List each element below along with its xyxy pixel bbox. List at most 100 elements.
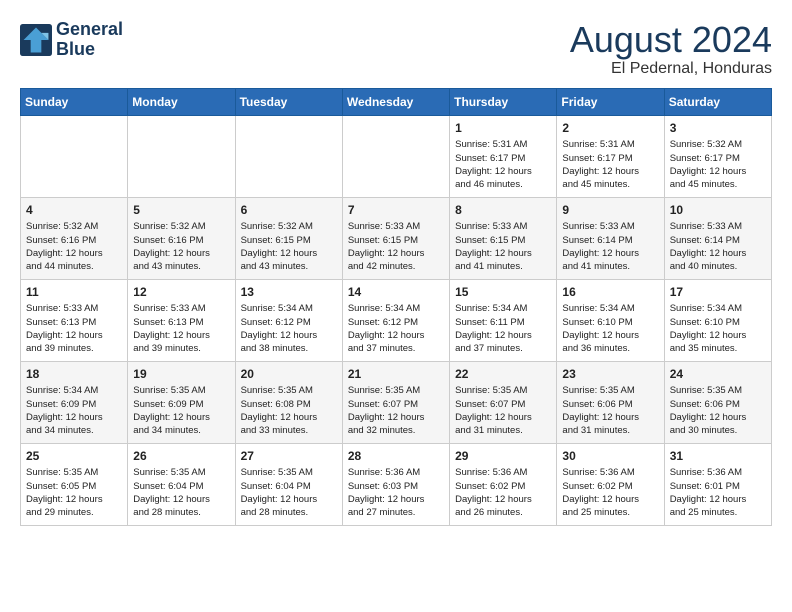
day-number: 31: [670, 448, 766, 465]
title-block: August 2024 El Pedernal, Honduras: [570, 20, 772, 78]
day-info: Sunrise: 5:34 AM Sunset: 6:10 PM Dayligh…: [562, 302, 658, 355]
day-number: 5: [133, 202, 229, 219]
weekday-header-wednesday: Wednesday: [342, 88, 449, 115]
day-info: Sunrise: 5:34 AM Sunset: 6:09 PM Dayligh…: [26, 384, 122, 437]
calendar-cell: 29Sunrise: 5:36 AM Sunset: 6:02 PM Dayli…: [450, 443, 557, 525]
calendar-cell: 6Sunrise: 5:32 AM Sunset: 6:15 PM Daylig…: [235, 197, 342, 279]
calendar-cell: 18Sunrise: 5:34 AM Sunset: 6:09 PM Dayli…: [21, 361, 128, 443]
weekday-header-saturday: Saturday: [664, 88, 771, 115]
day-number: 1: [455, 120, 551, 137]
day-info: Sunrise: 5:36 AM Sunset: 6:02 PM Dayligh…: [562, 466, 658, 519]
weekday-header-friday: Friday: [557, 88, 664, 115]
weekday-header-monday: Monday: [128, 88, 235, 115]
calendar-cell: 16Sunrise: 5:34 AM Sunset: 6:10 PM Dayli…: [557, 279, 664, 361]
day-info: Sunrise: 5:31 AM Sunset: 6:17 PM Dayligh…: [562, 138, 658, 191]
weekday-header-tuesday: Tuesday: [235, 88, 342, 115]
calendar-cell: 27Sunrise: 5:35 AM Sunset: 6:04 PM Dayli…: [235, 443, 342, 525]
calendar-cell: 23Sunrise: 5:35 AM Sunset: 6:06 PM Dayli…: [557, 361, 664, 443]
calendar-cell: 26Sunrise: 5:35 AM Sunset: 6:04 PM Dayli…: [128, 443, 235, 525]
day-info: Sunrise: 5:35 AM Sunset: 6:07 PM Dayligh…: [348, 384, 444, 437]
calendar-cell: [342, 115, 449, 197]
calendar-cell: 25Sunrise: 5:35 AM Sunset: 6:05 PM Dayli…: [21, 443, 128, 525]
calendar-cell: 10Sunrise: 5:33 AM Sunset: 6:14 PM Dayli…: [664, 197, 771, 279]
logo-icon: [20, 24, 52, 56]
day-number: 23: [562, 366, 658, 383]
calendar-body: 1Sunrise: 5:31 AM Sunset: 6:17 PM Daylig…: [21, 115, 772, 525]
calendar-table: SundayMondayTuesdayWednesdayThursdayFrid…: [20, 88, 772, 526]
day-info: Sunrise: 5:36 AM Sunset: 6:02 PM Dayligh…: [455, 466, 551, 519]
calendar-cell: [128, 115, 235, 197]
day-info: Sunrise: 5:35 AM Sunset: 6:04 PM Dayligh…: [241, 466, 337, 519]
day-number: 13: [241, 284, 337, 301]
calendar-cell: 11Sunrise: 5:33 AM Sunset: 6:13 PM Dayli…: [21, 279, 128, 361]
page-header: General Blue August 2024 El Pedernal, Ho…: [20, 20, 772, 78]
calendar-cell: [21, 115, 128, 197]
day-info: Sunrise: 5:35 AM Sunset: 6:06 PM Dayligh…: [562, 384, 658, 437]
calendar-cell: 8Sunrise: 5:33 AM Sunset: 6:15 PM Daylig…: [450, 197, 557, 279]
day-number: 4: [26, 202, 122, 219]
day-info: Sunrise: 5:33 AM Sunset: 6:13 PM Dayligh…: [133, 302, 229, 355]
calendar-cell: 1Sunrise: 5:31 AM Sunset: 6:17 PM Daylig…: [450, 115, 557, 197]
day-number: 16: [562, 284, 658, 301]
logo: General Blue: [20, 20, 123, 60]
calendar-week-row: 1Sunrise: 5:31 AM Sunset: 6:17 PM Daylig…: [21, 115, 772, 197]
day-info: Sunrise: 5:35 AM Sunset: 6:04 PM Dayligh…: [133, 466, 229, 519]
day-number: 29: [455, 448, 551, 465]
day-number: 6: [241, 202, 337, 219]
calendar-cell: [235, 115, 342, 197]
day-number: 18: [26, 366, 122, 383]
day-number: 7: [348, 202, 444, 219]
day-info: Sunrise: 5:35 AM Sunset: 6:07 PM Dayligh…: [455, 384, 551, 437]
day-number: 9: [562, 202, 658, 219]
day-info: Sunrise: 5:34 AM Sunset: 6:12 PM Dayligh…: [241, 302, 337, 355]
calendar-cell: 24Sunrise: 5:35 AM Sunset: 6:06 PM Dayli…: [664, 361, 771, 443]
logo-text: General Blue: [56, 20, 123, 60]
day-info: Sunrise: 5:33 AM Sunset: 6:15 PM Dayligh…: [348, 220, 444, 273]
calendar-cell: 19Sunrise: 5:35 AM Sunset: 6:09 PM Dayli…: [128, 361, 235, 443]
calendar-cell: 2Sunrise: 5:31 AM Sunset: 6:17 PM Daylig…: [557, 115, 664, 197]
calendar-cell: 31Sunrise: 5:36 AM Sunset: 6:01 PM Dayli…: [664, 443, 771, 525]
day-info: Sunrise: 5:36 AM Sunset: 6:03 PM Dayligh…: [348, 466, 444, 519]
calendar-cell: 28Sunrise: 5:36 AM Sunset: 6:03 PM Dayli…: [342, 443, 449, 525]
weekday-header-sunday: Sunday: [21, 88, 128, 115]
day-info: Sunrise: 5:31 AM Sunset: 6:17 PM Dayligh…: [455, 138, 551, 191]
day-number: 21: [348, 366, 444, 383]
calendar-cell: 30Sunrise: 5:36 AM Sunset: 6:02 PM Dayli…: [557, 443, 664, 525]
weekday-header-thursday: Thursday: [450, 88, 557, 115]
day-info: Sunrise: 5:33 AM Sunset: 6:14 PM Dayligh…: [670, 220, 766, 273]
day-info: Sunrise: 5:32 AM Sunset: 6:16 PM Dayligh…: [26, 220, 122, 273]
day-number: 26: [133, 448, 229, 465]
day-number: 25: [26, 448, 122, 465]
calendar-cell: 14Sunrise: 5:34 AM Sunset: 6:12 PM Dayli…: [342, 279, 449, 361]
day-number: 14: [348, 284, 444, 301]
calendar-week-row: 25Sunrise: 5:35 AM Sunset: 6:05 PM Dayli…: [21, 443, 772, 525]
calendar-cell: 4Sunrise: 5:32 AM Sunset: 6:16 PM Daylig…: [21, 197, 128, 279]
calendar-cell: 17Sunrise: 5:34 AM Sunset: 6:10 PM Dayli…: [664, 279, 771, 361]
calendar-cell: 13Sunrise: 5:34 AM Sunset: 6:12 PM Dayli…: [235, 279, 342, 361]
day-info: Sunrise: 5:34 AM Sunset: 6:11 PM Dayligh…: [455, 302, 551, 355]
calendar-cell: 12Sunrise: 5:33 AM Sunset: 6:13 PM Dayli…: [128, 279, 235, 361]
day-info: Sunrise: 5:36 AM Sunset: 6:01 PM Dayligh…: [670, 466, 766, 519]
day-number: 2: [562, 120, 658, 137]
weekday-header-row: SundayMondayTuesdayWednesdayThursdayFrid…: [21, 88, 772, 115]
calendar-cell: 9Sunrise: 5:33 AM Sunset: 6:14 PM Daylig…: [557, 197, 664, 279]
day-info: Sunrise: 5:35 AM Sunset: 6:05 PM Dayligh…: [26, 466, 122, 519]
day-info: Sunrise: 5:34 AM Sunset: 6:10 PM Dayligh…: [670, 302, 766, 355]
day-number: 15: [455, 284, 551, 301]
day-info: Sunrise: 5:33 AM Sunset: 6:14 PM Dayligh…: [562, 220, 658, 273]
day-number: 22: [455, 366, 551, 383]
day-info: Sunrise: 5:35 AM Sunset: 6:06 PM Dayligh…: [670, 384, 766, 437]
calendar-week-row: 4Sunrise: 5:32 AM Sunset: 6:16 PM Daylig…: [21, 197, 772, 279]
calendar-week-row: 18Sunrise: 5:34 AM Sunset: 6:09 PM Dayli…: [21, 361, 772, 443]
day-number: 17: [670, 284, 766, 301]
calendar-cell: 5Sunrise: 5:32 AM Sunset: 6:16 PM Daylig…: [128, 197, 235, 279]
day-number: 19: [133, 366, 229, 383]
location-title: El Pedernal, Honduras: [570, 60, 772, 78]
day-info: Sunrise: 5:35 AM Sunset: 6:09 PM Dayligh…: [133, 384, 229, 437]
day-info: Sunrise: 5:34 AM Sunset: 6:12 PM Dayligh…: [348, 302, 444, 355]
day-number: 12: [133, 284, 229, 301]
day-number: 27: [241, 448, 337, 465]
calendar-cell: 22Sunrise: 5:35 AM Sunset: 6:07 PM Dayli…: [450, 361, 557, 443]
month-year-title: August 2024: [570, 20, 772, 60]
day-info: Sunrise: 5:32 AM Sunset: 6:16 PM Dayligh…: [133, 220, 229, 273]
